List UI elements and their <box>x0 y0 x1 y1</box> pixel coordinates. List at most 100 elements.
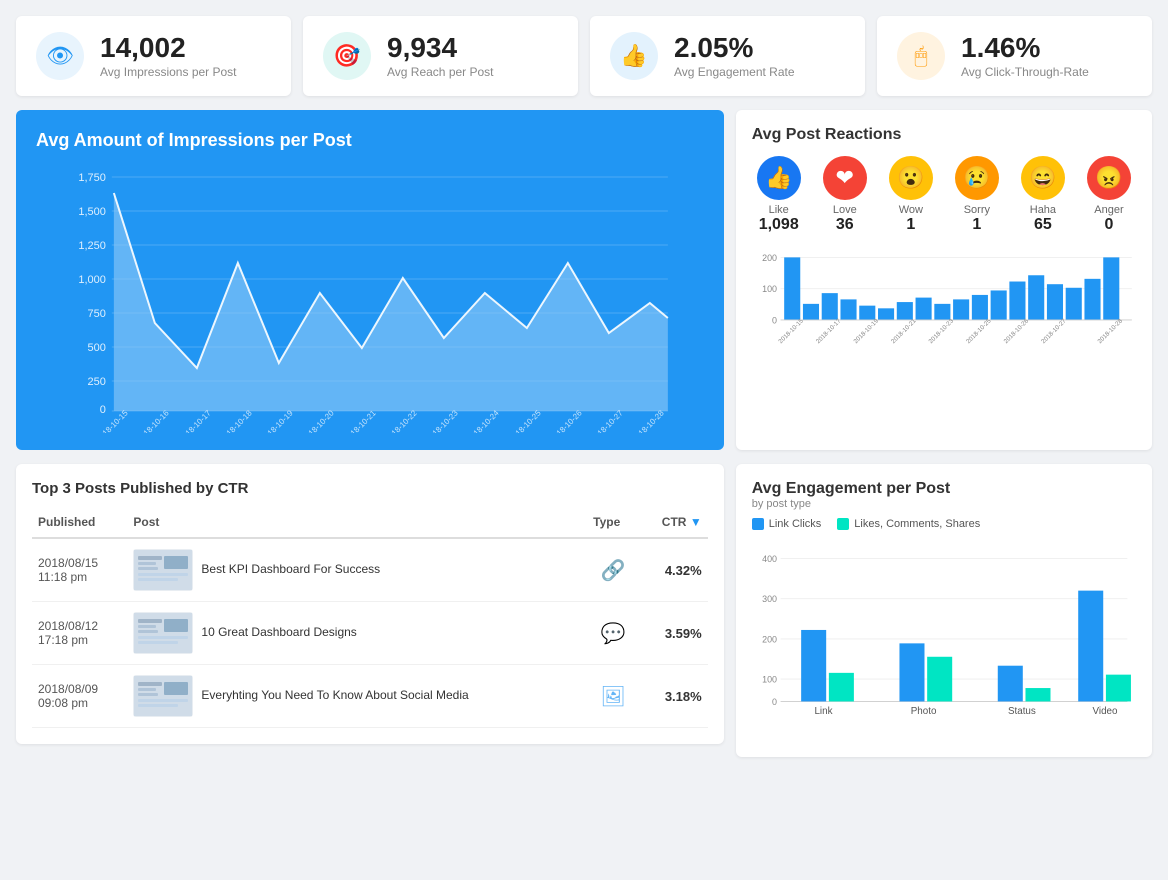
anger-emoji: 😠 <box>1087 156 1131 200</box>
svg-text:2018-10-16: 2018-10-16 <box>135 408 171 433</box>
post-thumbnail <box>133 675 193 717</box>
reactions-card: Avg Post Reactions 👍 Like 1,098 ❤ Love 3… <box>736 110 1152 450</box>
legend-link-clicks: Link Clicks <box>752 518 822 530</box>
col-post: Post <box>127 507 587 538</box>
svg-text:Photo: Photo <box>910 706 936 717</box>
engagement-chart-svg: 400 300 200 100 0 <box>752 538 1136 738</box>
wow-label: Wow <box>889 204 933 216</box>
legend-link-label: Link Clicks <box>769 518 822 530</box>
love-emoji: ❤ <box>823 156 867 200</box>
reach-value: 9,934 <box>387 33 494 64</box>
reaction-icons-row: 👍 Like 1,098 ❤ Love 36 😮 Wow 1 <box>752 156 1136 234</box>
ctr-icon: 🖱 <box>897 32 945 80</box>
cell-ctr: 4.32% <box>639 538 708 602</box>
ctr-value: 1.46% <box>961 33 1089 64</box>
svg-text:500: 500 <box>87 342 105 354</box>
haha-label: Haha <box>1021 204 1065 216</box>
cell-published: 2018/08/15 11:18 pm <box>32 538 127 602</box>
svg-text:Status: Status <box>1008 706 1036 717</box>
cell-ctr: 3.18% <box>639 665 708 728</box>
svg-text:2018-10-15: 2018-10-15 <box>777 317 805 345</box>
reaction-sorry: 😢 Sorry 1 <box>955 156 999 234</box>
engagement-title: Avg Engagement per Post <box>752 480 1136 498</box>
sorry-label: Sorry <box>955 204 999 216</box>
table-section: Top 3 Posts Published by CTR Published P… <box>16 464 724 757</box>
svg-text:2018-10-19: 2018-10-19 <box>852 317 880 345</box>
post-title-text: 10 Great Dashboard Designs <box>201 625 356 641</box>
svg-text:0: 0 <box>772 697 777 707</box>
sorry-count: 1 <box>955 216 999 234</box>
reactions-section: Avg Post Reactions 👍 Like 1,098 ❤ Love 3… <box>736 110 1152 450</box>
svg-text:Link: Link <box>814 706 832 717</box>
svg-text:2018-10-21: 2018-10-21 <box>342 408 378 433</box>
cell-post: Best KPI Dashboard For Success <box>127 538 587 602</box>
post-title-text: Everyhting You Need To Know About Social… <box>201 688 468 704</box>
svg-text:1,250: 1,250 <box>78 240 106 252</box>
col-type: Type <box>587 507 639 538</box>
svg-text:250: 250 <box>87 376 105 388</box>
svg-text:2018-10-26: 2018-10-26 <box>1002 317 1030 345</box>
engagement-value: 2.05% <box>674 33 795 64</box>
svg-text:1,000: 1,000 <box>78 274 106 286</box>
post-thumbnail <box>133 549 193 591</box>
legend-link-dot <box>752 518 764 530</box>
impressions-value: 14,002 <box>100 33 237 64</box>
reactions-title: Avg Post Reactions <box>752 126 1136 144</box>
svg-text:2018-10-17: 2018-10-17 <box>815 317 843 345</box>
svg-text:2018-10-24: 2018-10-24 <box>465 408 501 433</box>
cell-published: 2018/08/09 09:08 pm <box>32 665 127 728</box>
svg-text:100: 100 <box>762 675 777 685</box>
comment-type-icon: 💬 <box>601 623 626 645</box>
post-title-text: Best KPI Dashboard For Success <box>201 562 380 578</box>
ctr-label: Avg Click-Through-Rate <box>961 65 1089 79</box>
col-ctr: CTR ▼ <box>639 507 708 538</box>
reaction-anger: 😠 Anger 0 <box>1087 156 1131 234</box>
cell-type: 🔗 <box>587 538 639 602</box>
reach-label: Avg Reach per Post <box>387 65 494 79</box>
top-posts-card: Top 3 Posts Published by CTR Published P… <box>16 464 724 744</box>
reaction-wow: 😮 Wow 1 <box>889 156 933 234</box>
impressions-chart-section: Avg Amount of Impressions per Post 1,750… <box>16 110 724 450</box>
svg-text:2018-10-17: 2018-10-17 <box>177 408 213 433</box>
svg-text:1,500: 1,500 <box>78 206 106 218</box>
impressions-icon: 👁 <box>36 32 84 80</box>
engagement-card: Avg Engagement per Post by post type Lin… <box>736 464 1152 757</box>
kpi-reach: 🎯 9,934 Avg Reach per Post <box>303 16 578 96</box>
sorry-emoji: 😢 <box>955 156 999 200</box>
love-label: Love <box>823 204 867 216</box>
impressions-chart-svg: 1,750 1,500 1,250 1,000 750 500 250 0 <box>36 163 704 433</box>
cell-published: 2018/08/12 17:18 pm <box>32 602 127 665</box>
cell-ctr: 3.59% <box>639 602 708 665</box>
svg-text:Video: Video <box>1092 706 1117 717</box>
svg-text:1,750: 1,750 <box>78 172 106 184</box>
svg-text:2018-10-23: 2018-10-23 <box>424 408 460 433</box>
link-type-icon: 🔗 <box>601 560 626 582</box>
legend-likes-dot <box>837 518 849 530</box>
love-count: 36 <box>823 216 867 234</box>
impressions-label: Avg Impressions per Post <box>100 65 237 79</box>
like-count: 1,098 <box>757 216 801 234</box>
main-row: Avg Amount of Impressions per Post 1,750… <box>16 110 1152 450</box>
haha-emoji: 😄 <box>1021 156 1065 200</box>
engagement-subtitle: by post type <box>752 498 1136 510</box>
svg-text:100: 100 <box>762 284 777 294</box>
post-thumbnail <box>133 612 193 654</box>
kpi-engagement: 👍 2.05% Avg Engagement Rate <box>590 16 865 96</box>
engagement-section: Avg Engagement per Post by post type Lin… <box>736 464 1152 757</box>
anger-count: 0 <box>1087 216 1131 234</box>
svg-text:200: 200 <box>762 634 777 644</box>
svg-text:2018-10-25: 2018-10-25 <box>507 408 543 433</box>
svg-text:300: 300 <box>762 594 777 604</box>
svg-text:2018-10-27: 2018-10-27 <box>1040 317 1068 345</box>
posts-table: Published Post Type CTR ▼ 2018/08/15 11:… <box>32 507 708 728</box>
svg-text:2018-10-23: 2018-10-23 <box>927 317 955 345</box>
svg-text:2018-10-27: 2018-10-27 <box>589 408 625 433</box>
engagement-legend: Link Clicks Likes, Comments, Shares <box>752 518 1136 530</box>
svg-text:2018-10-28: 2018-10-28 <box>630 408 666 433</box>
svg-text:2018-10-28: 2018-10-28 <box>1096 317 1124 345</box>
kpi-row: 👁 14,002 Avg Impressions per Post 🎯 9,93… <box>16 16 1152 96</box>
reaction-like: 👍 Like 1,098 <box>757 156 801 234</box>
image-type-icon: 🖼 <box>600 686 625 708</box>
cell-post: Everyhting You Need To Know About Social… <box>127 665 587 728</box>
svg-text:400: 400 <box>762 554 777 564</box>
